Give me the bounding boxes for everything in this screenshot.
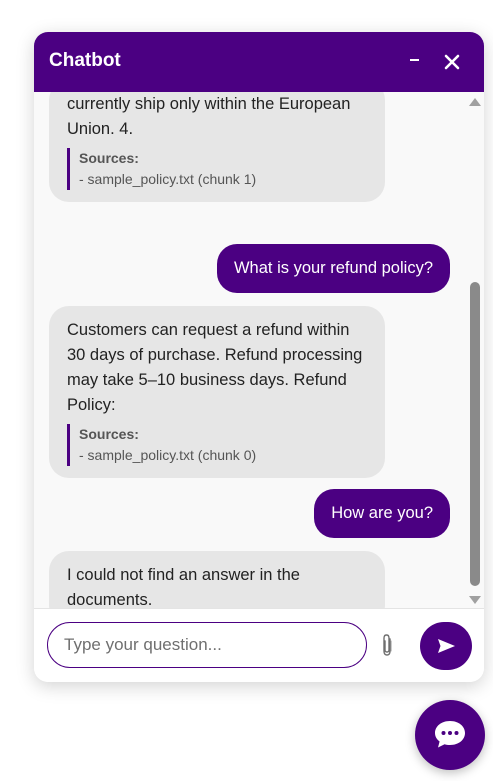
sources-title: Sources: bbox=[79, 426, 139, 442]
message-text: What is your refund policy? bbox=[233, 259, 433, 277]
source-item: - sample_policy.txt (chunk 1) bbox=[79, 171, 257, 187]
message-text: How are you? bbox=[331, 504, 433, 522]
input-area bbox=[34, 608, 484, 682]
scrollbar[interactable] bbox=[468, 94, 482, 608]
send-arrow-icon bbox=[438, 639, 455, 653]
paperclip-icon bbox=[383, 634, 392, 656]
message-text: Customers can request a refund within 30… bbox=[67, 321, 363, 414]
chat-window: Chatbot currently ship only within the E… bbox=[34, 32, 484, 682]
bot-message: I could not find an answer in the docume… bbox=[49, 551, 385, 608]
user-message: What is your refund policy? bbox=[216, 244, 450, 293]
minimize-icon bbox=[410, 59, 419, 61]
user-message: How are you? bbox=[314, 489, 450, 538]
chat-title: Chatbot bbox=[49, 50, 121, 71]
close-button[interactable] bbox=[438, 46, 468, 78]
scrollbar-thumb[interactable] bbox=[470, 282, 480, 586]
bot-message: Customers can request a refund within 30… bbox=[49, 306, 385, 478]
scroll-down-arrow-icon[interactable] bbox=[469, 596, 481, 604]
chat-header: Chatbot bbox=[34, 32, 484, 92]
send-button[interactable] bbox=[420, 622, 472, 670]
close-icon bbox=[444, 54, 460, 70]
attach-button[interactable] bbox=[377, 633, 399, 659]
question-input[interactable] bbox=[47, 622, 367, 668]
page: Chatbot currently ship only within the E… bbox=[0, 0, 493, 781]
message-list[interactable]: currently ship only within the European … bbox=[34, 92, 484, 608]
scroll-up-arrow-icon[interactable] bbox=[469, 98, 481, 106]
sources-block: Sources: - sample_policy.txt (chunk 1) bbox=[67, 148, 367, 190]
source-item: - sample_policy.txt (chunk 0) bbox=[79, 447, 257, 463]
message-text: I could not find an answer in the docume… bbox=[67, 566, 300, 608]
bot-message: currently ship only within the European … bbox=[49, 92, 385, 202]
sources-title: Sources: bbox=[79, 150, 139, 166]
chat-launcher-button[interactable] bbox=[415, 700, 485, 770]
chat-bubble-icon bbox=[435, 721, 465, 748]
message-text: currently ship only within the European … bbox=[67, 95, 351, 138]
sources-block: Sources: - sample_policy.txt (chunk 0) bbox=[67, 424, 367, 466]
minimize-button[interactable] bbox=[400, 46, 430, 78]
